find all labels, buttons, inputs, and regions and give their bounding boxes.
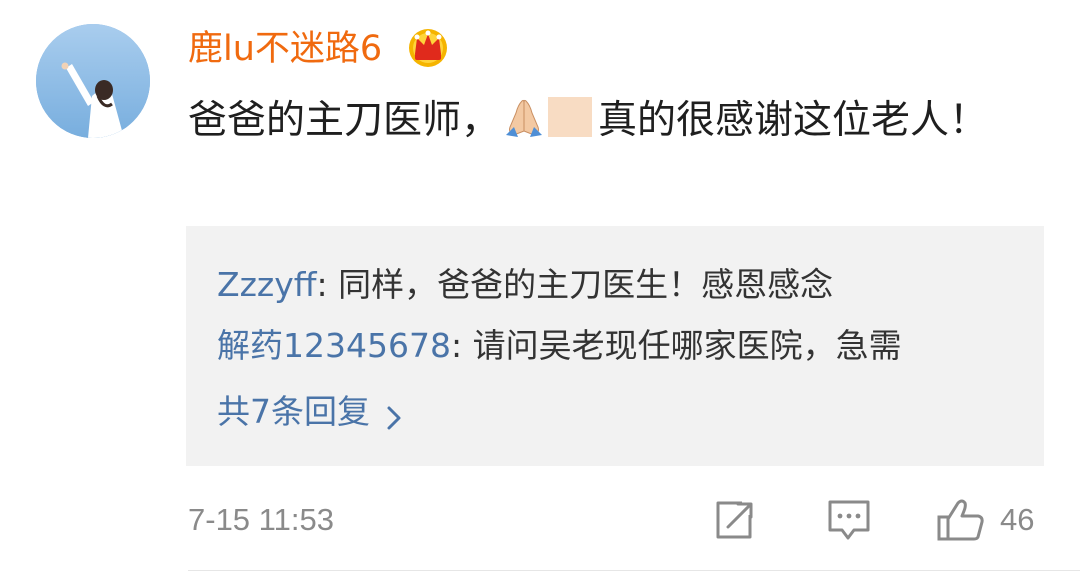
avatar-image — [36, 24, 150, 138]
reply-text: : 请问吴老现任哪家医院，急需 — [450, 326, 902, 365]
thumbs-up-icon — [937, 499, 984, 541]
reply-username[interactable]: 解药12345678 — [217, 326, 451, 365]
chevron-right-icon — [384, 398, 404, 430]
more-replies-label: 共7条回复 — [217, 392, 370, 431]
divider — [188, 570, 1080, 571]
reply-item[interactable]: 解药12345678: 请问吴老现任哪家医院，急需 — [217, 323, 902, 369]
comment-text-part: 真的很感谢这位老人！ — [598, 98, 989, 143]
folded-hands-icon — [502, 97, 546, 137]
crown-vip-icon[interactable] — [404, 24, 452, 68]
reply-preview-box[interactable]: Zzzyff: 同样，爸爸的主刀医生！感恩感念 解药12345678: 请问吴老… — [186, 226, 1044, 466]
more-replies-link[interactable]: 共7条回复 — [217, 389, 404, 435]
reply-item[interactable]: Zzzyff: 同样，爸爸的主刀医生！感恩感念 — [217, 262, 833, 308]
like-count: 46 — [1000, 502, 1035, 537]
username[interactable]: 鹿lu不迷路6 — [188, 24, 382, 74]
reply-username[interactable]: Zzzyff — [217, 265, 317, 304]
avatar[interactable] — [36, 24, 150, 138]
reply-text: : 同样，爸爸的主刀医生！感恩感念 — [316, 265, 834, 304]
comment-text: 爸爸的主刀医师， 真的很感谢这位老人！ — [188, 90, 1028, 152]
share-icon — [716, 501, 753, 539]
share-button[interactable] — [712, 496, 756, 544]
like-button[interactable]: 46 — [936, 496, 1034, 544]
timestamp: 7-15 11:53 — [188, 502, 334, 537]
comment-icon — [828, 500, 870, 540]
reply-button[interactable] — [826, 496, 872, 544]
skin-tone-modifier-icon — [548, 97, 593, 137]
comment-text-part: 爸爸的主刀医师， — [188, 98, 501, 143]
